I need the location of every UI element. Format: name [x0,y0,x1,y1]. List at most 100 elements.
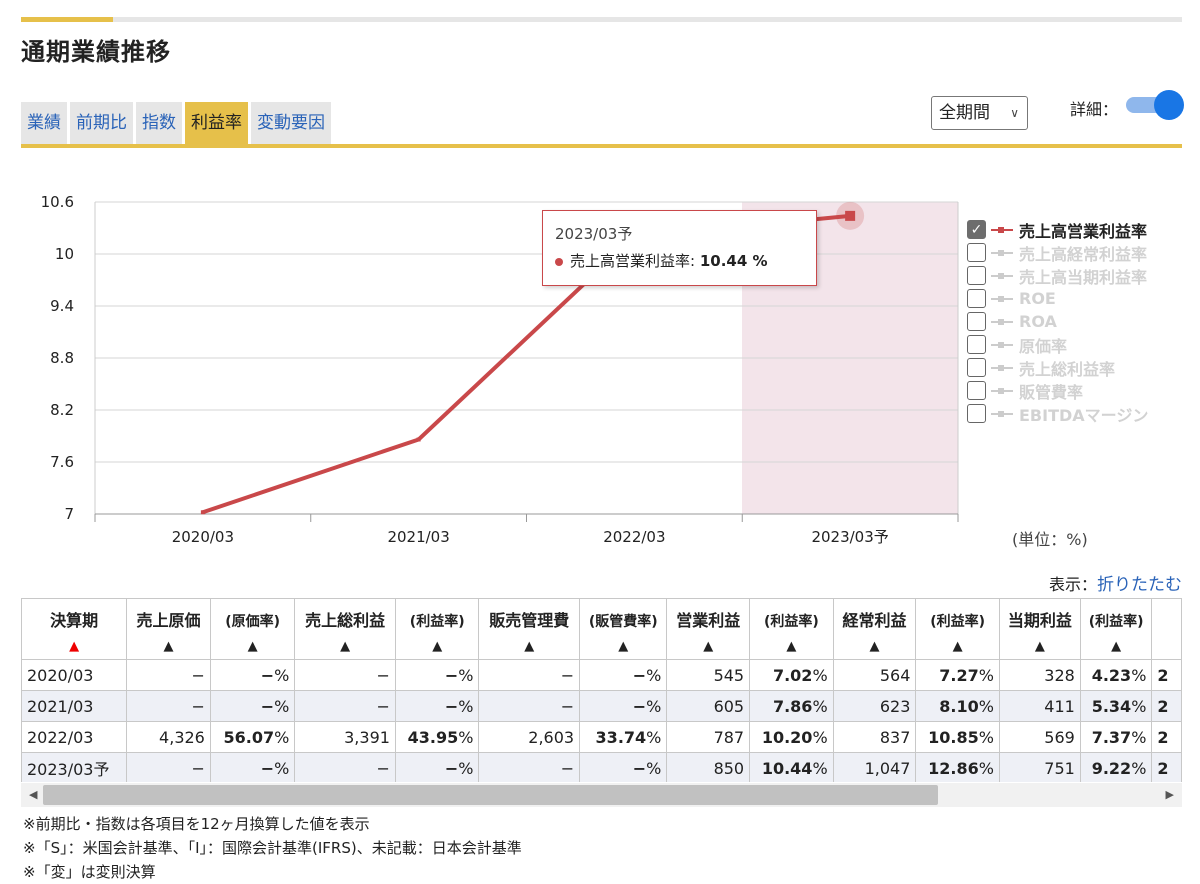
sort-arrow-icon[interactable]: ▲ [580,639,666,654]
legend-item-ebitda-margin[interactable]: EBITDAマージン [967,402,1148,425]
checkbox-icon[interactable] [967,381,986,400]
col-header-period[interactable]: 決算期 ▲ [21,598,128,660]
cell-sga-rate: −% [579,752,668,782]
sort-arrow-icon[interactable]: ▲ [479,639,579,654]
sort-arrow-icon[interactable]: ▲ [22,639,126,654]
checkbox-icon[interactable] [967,358,986,377]
header-label: (利益率) [930,614,986,630]
sort-arrow-icon[interactable]: ▲ [396,639,479,654]
legend-label: EBITDAマージン [1019,405,1149,425]
tooltip-series-dot-icon [555,257,563,266]
value: 7.37 [1091,727,1132,747]
col-header-cost[interactable]: 売上原価 ▲ [126,598,211,660]
cell-period: 2023/03予 [21,752,128,782]
cell-ord: 1,047 [832,752,917,782]
cell-gross-rate: −% [394,752,480,782]
legend-item-cost-rate[interactable]: 原価率 [967,333,1148,356]
data-point[interactable] [200,510,205,515]
x-tick-label: 2023/03予 [811,528,888,546]
tab-results[interactable]: 業績 [21,102,67,144]
checkbox-icon[interactable] [967,243,986,262]
cell-sga: − [478,659,581,691]
value: 9.22 [1091,758,1132,778]
col-header-ord-rate[interactable]: (利益率) ▲ [915,598,1000,660]
data-point[interactable] [416,437,421,442]
col-header-sga[interactable]: 販売管理費 ▲ [478,598,581,660]
sort-arrow-icon[interactable]: ▲ [667,639,749,654]
footnotes: ※前期比・指数は各項目を12ヶ月換算した値を表示 ※「S」：米国会計基準、「I」… [23,812,522,884]
data-point[interactable] [845,210,856,221]
sort-arrow-icon[interactable]: ▲ [834,639,916,654]
sort-arrow-icon[interactable]: ▲ [295,639,395,654]
legend-line-icon [988,293,1018,305]
x-axis-ticks: 2020/03 2021/03 2022/03 2023/03予 [94,514,959,546]
sort-arrow-icon[interactable]: ▲ [127,639,210,654]
tab-factors[interactable]: 変動要因 [251,102,331,144]
tab-margin[interactable]: 利益率 [185,102,248,144]
tab-underline [21,144,1182,148]
value: 7.02 [772,665,813,685]
cell-overflow: 2 [1151,690,1182,722]
detail-label: 詳細： [1070,100,1119,119]
header-label: (原価率) [225,614,280,630]
sort-arrow-icon[interactable]: ▲ [211,639,294,654]
horizontal-scrollbar[interactable]: ◀ ▶ [21,783,1182,807]
cell-ord: 837 [832,721,917,753]
legend-item-roa[interactable]: ROA [967,310,1148,333]
checkbox-icon[interactable] [967,404,986,423]
cell-net: 328 [998,659,1081,691]
scrollbar-thumb[interactable] [43,785,938,805]
cell-cost: − [126,659,211,691]
legend-item-operating-margin[interactable]: ✓ 売上高営業利益率 [967,218,1148,241]
col-header-op[interactable]: 営業利益 ▲ [666,598,751,660]
checkbox-icon[interactable] [967,266,986,285]
col-header-op-rate[interactable]: (利益率) ▲ [749,598,834,660]
value: − [444,665,459,685]
legend-line-icon [988,385,1018,397]
legend-item-net-margin[interactable]: 売上高当期利益率 [967,264,1148,287]
col-header-net-rate[interactable]: (利益率) ▲ [1079,598,1153,660]
legend-line-icon [988,408,1018,420]
sort-arrow-icon[interactable]: ▲ [1081,639,1152,654]
sort-arrow-icon[interactable]: ▲ [750,639,833,654]
cell-op: 850 [666,752,751,782]
table-row: 2020/03 − −% − −% − −% 545 7.02% 564 7.2… [21,659,1182,691]
tooltip-series-name: 売上高営業利益率 [570,252,691,270]
cell-period: 2020/03 [21,659,128,691]
tab-index[interactable]: 指数 [136,102,182,144]
checkbox-icon[interactable] [967,312,986,331]
collapse-link[interactable]: 折りたたむ [1097,575,1182,595]
value: − [444,758,459,778]
value: 7.27 [939,665,979,685]
scroll-right-arrow-icon[interactable]: ▶ [1166,788,1174,801]
checkbox-checked-icon[interactable]: ✓ [967,220,986,239]
legend-item-sga-rate[interactable]: 販管費率 [967,379,1148,402]
detail-toggle[interactable] [1126,90,1184,120]
checkbox-icon[interactable] [967,335,986,354]
legend-item-ordinary-margin[interactable]: 売上高経常利益率 [967,241,1148,264]
sort-arrow-icon[interactable]: ▲ [916,639,999,654]
legend-item-roe[interactable]: ROE [967,287,1148,310]
col-header-gross-rate[interactable]: (利益率) ▲ [394,598,480,660]
results-table-scroll[interactable]: 決算期 ▲ 売上原価 ▲ (原価率) ▲ 売上総利益 ▲ (利益率) ▲ 販売管理費 ▲ (… [21,598,1182,782]
cell-ord-rate: 7.27% [915,659,1000,691]
cell-op: 545 [666,659,751,691]
period-select[interactable]: 全期間 ∨ [931,96,1028,130]
cell-cost-rate: −% [209,659,296,691]
sort-arrow-icon[interactable]: ▲ [1000,639,1080,654]
checkbox-icon[interactable] [967,289,986,308]
cell-overflow: 2 [1151,659,1182,691]
legend-item-gross-margin[interactable]: 売上総利益率 [967,356,1148,379]
col-header-net[interactable]: 当期利益 ▲ [998,598,1081,660]
col-header-gross[interactable]: 売上総利益 ▲ [294,598,396,660]
col-header-ord[interactable]: 経常利益 ▲ [832,598,917,660]
col-header-sga-rate[interactable]: (販管費率) ▲ [579,598,668,660]
results-table: 決算期 ▲ 売上原価 ▲ (原価率) ▲ 売上総利益 ▲ (利益率) ▲ 販売管理費 ▲ (… [21,598,1182,782]
scroll-left-arrow-icon[interactable]: ◀ [29,788,37,801]
value: 7.86 [772,696,813,716]
cell-cost-rate: 56.07% [209,721,296,753]
cell-op-rate: 10.44% [749,752,834,782]
y-tick-label: 7 [64,505,74,523]
col-header-cost-rate[interactable]: (原価率) ▲ [209,598,296,660]
tab-yoy[interactable]: 前期比 [70,102,133,144]
